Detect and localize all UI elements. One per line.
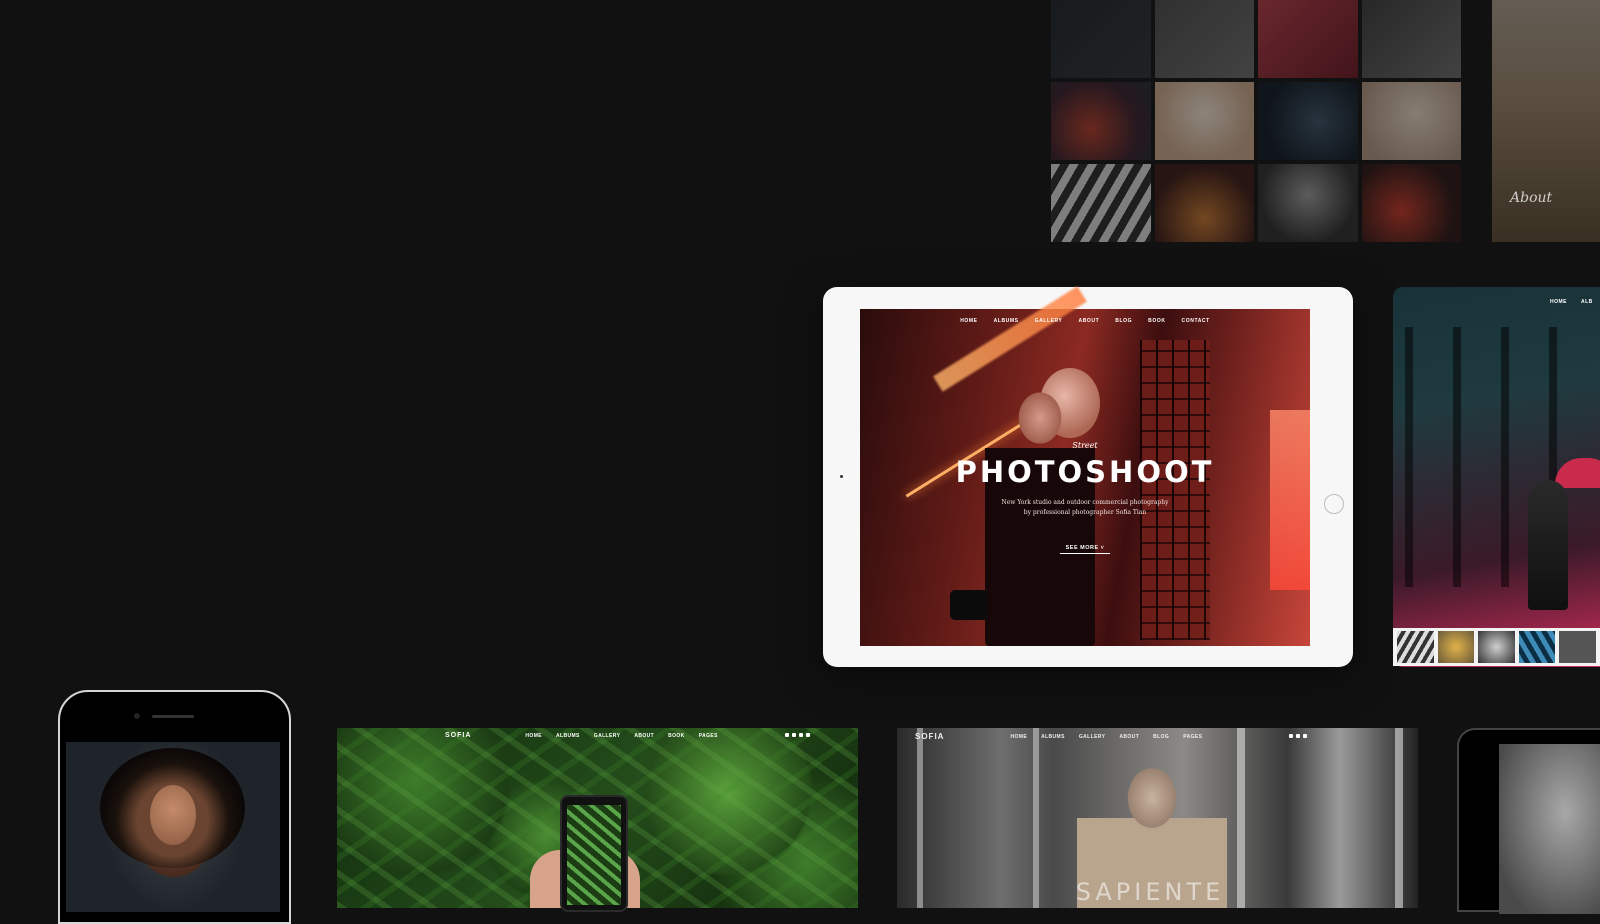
hero-description-line: New York studio and outdoor commercial p… <box>1001 499 1169 506</box>
nav-book[interactable]: BOOK <box>1148 318 1165 324</box>
tablet-preview-card[interactable] <box>1457 728 1600 914</box>
phone-speaker <box>152 715 194 718</box>
hero-description-line: by professional photographer Sofia Tian <box>1023 509 1147 516</box>
thumbnail[interactable] <box>1559 631 1596 663</box>
nav-pages[interactable]: PAGES <box>699 733 718 739</box>
gallery-thumb[interactable] <box>1361 82 1461 160</box>
gallery-thumb[interactable] <box>1154 164 1254 242</box>
social-icons <box>1286 733 1308 740</box>
right-screen-nav: HOME ALB <box>1550 299 1593 305</box>
nav-about[interactable]: ABOUT <box>634 733 654 739</box>
social-icons <box>782 732 810 739</box>
tablet-camera-icon <box>840 475 843 478</box>
nav-about[interactable]: ABOUT <box>1119 734 1139 740</box>
nav-about[interactable]: ABOUT <box>1079 318 1100 324</box>
nav-home[interactable]: HOME <box>1010 734 1027 740</box>
top-gallery-grid <box>1051 0 1461 242</box>
nav-book[interactable]: BOOK <box>668 733 685 739</box>
thumbnail[interactable] <box>1437 631 1475 663</box>
nav-gallery[interactable]: GALLERY <box>1035 318 1063 324</box>
thumbnail[interactable] <box>1478 631 1515 663</box>
gallery-thumb[interactable] <box>1051 82 1151 160</box>
phone-camera-icon <box>134 713 140 719</box>
green-card-nav: SOFIA HOME ALBUMS GALLERY ABOUT BOOK PAG… <box>337 732 858 739</box>
site-logo[interactable]: SOFIA <box>445 732 471 739</box>
tablet-home-button[interactable] <box>1324 494 1344 514</box>
nav-blog[interactable]: BLOG <box>1115 318 1132 324</box>
thumbnail-strip <box>1393 628 1600 666</box>
nav-albums[interactable]: ALB <box>1581 299 1593 305</box>
gallery-thumb[interactable] <box>1258 164 1358 242</box>
nav-home[interactable]: HOME <box>525 733 542 739</box>
nav-pages[interactable]: PAGES <box>1183 734 1202 740</box>
window-frame-graphic <box>917 728 1039 908</box>
nav-gallery[interactable]: GALLERY <box>594 733 621 739</box>
pinterest-icon[interactable] <box>791 732 796 737</box>
camera-icon <box>950 590 988 620</box>
facebook-icon[interactable] <box>1289 733 1294 738</box>
nav-home[interactable]: HOME <box>1550 299 1567 305</box>
card-headline: SAPIENTE <box>1075 878 1225 906</box>
nav-blog[interactable]: BLOG <box>1153 734 1169 740</box>
tile-wall-graphic <box>1140 340 1210 640</box>
facebook-icon[interactable] <box>784 732 789 737</box>
twitter-icon[interactable] <box>798 732 803 737</box>
gallery-thumb[interactable] <box>1154 0 1254 78</box>
gallery-thumb[interactable] <box>1258 82 1358 160</box>
gallery-thumb[interactable] <box>1051 164 1151 242</box>
pinterest-icon[interactable] <box>1296 733 1301 738</box>
portrait-face-graphic <box>150 785 196 845</box>
nav-albums[interactable]: ALBUMS <box>556 733 580 739</box>
hero-nav: HOME ALBUMS GALLERY ABOUT BLOG BOOK CONT… <box>860 318 1310 324</box>
twitter-icon[interactable] <box>1303 733 1308 738</box>
gallery-thumb[interactable] <box>1051 0 1151 78</box>
hero-subtitle: Street <box>1072 441 1098 450</box>
nav-home[interactable]: HOME <box>960 318 977 324</box>
see-more-link[interactable]: SEE MORE ˅ <box>1060 545 1110 554</box>
gray-card-nav: SOFIA HOME ALBUMS GALLERY ABOUT BLOG PAG… <box>897 732 1418 741</box>
nav-albums[interactable]: ALBUMS <box>1041 734 1065 740</box>
site-logo[interactable]: SOFIA <box>915 732 944 741</box>
walker-figure-graphic <box>1528 480 1568 610</box>
hero-description: New York studio and outdoor commercial p… <box>860 498 1310 518</box>
gallery-thumb[interactable] <box>1361 164 1461 242</box>
instagram-icon[interactable] <box>805 732 810 737</box>
tablet-preview-screen <box>1499 744 1600 914</box>
gallery-thumb[interactable] <box>1154 82 1254 160</box>
handheld-phone-graphic <box>560 795 628 912</box>
window-frame-graphic <box>1237 728 1403 908</box>
thumbnail[interactable] <box>1518 631 1556 663</box>
thumbnail[interactable] <box>1397 631 1434 663</box>
nav-albums[interactable]: ALBUMS <box>994 318 1019 324</box>
nav-gallery[interactable]: GALLERY <box>1079 734 1106 740</box>
nav-contact[interactable]: CONTACT <box>1182 318 1210 324</box>
hero-title: PHOTOSHOOT <box>955 455 1215 489</box>
gallery-thumb[interactable] <box>1258 0 1358 78</box>
about-label: About <box>1510 190 1553 206</box>
gallery-thumb[interactable] <box>1361 0 1461 78</box>
handheld-phone-screen <box>567 805 621 905</box>
